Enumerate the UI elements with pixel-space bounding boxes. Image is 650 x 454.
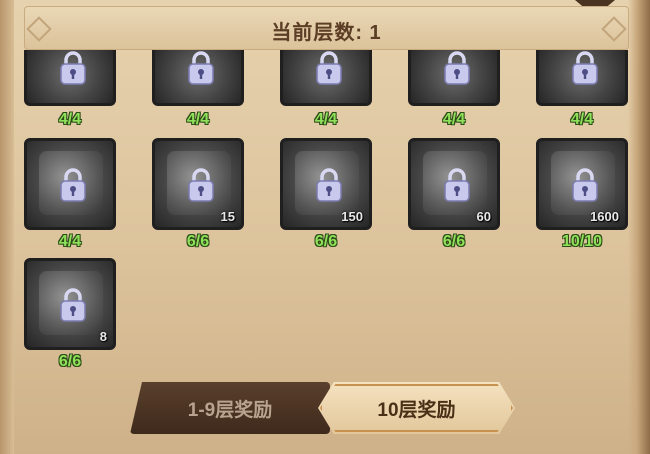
reward-tab-bar: 1-9层奖励 10层奖励: [130, 382, 515, 438]
reward-count: 4/4: [58, 111, 82, 128]
lock-icon: [185, 50, 217, 86]
reward-item-tile: [280, 50, 372, 106]
reward-item-tile: 15: [152, 138, 244, 230]
reward-count: 4/4: [186, 111, 210, 128]
tab-floor-10[interactable]: 10层奖励: [318, 382, 515, 434]
item-quantity: 8: [99, 329, 107, 344]
reward-item-tile: [24, 138, 116, 230]
tab-floor-10-label: 10层奖励: [377, 399, 456, 421]
lock-icon: [569, 50, 601, 86]
lock-icon: [441, 50, 473, 86]
reward-item-tile: 8: [24, 258, 116, 350]
lock-icon: [441, 167, 473, 203]
reward-count: 4/4: [570, 111, 594, 128]
tab-floors-1-9[interactable]: 1-9层奖励: [130, 382, 330, 434]
reward-count: 6/6: [314, 233, 338, 250]
item-quantity: 150: [341, 209, 363, 224]
item-quantity: 15: [220, 209, 235, 224]
reward-count: 4/4: [314, 111, 338, 128]
reward-item-tile: [152, 50, 244, 106]
reward-item-tile: [24, 50, 116, 106]
reward-item-tile: 60: [408, 138, 500, 230]
reward-count: 6/6: [58, 353, 82, 370]
reward-count: 10/10: [561, 233, 603, 250]
lock-icon: [313, 167, 345, 203]
lock-icon: [185, 167, 217, 203]
item-quantity: 60: [476, 209, 491, 224]
tab-floors-1-9-label: 1-9层奖励: [187, 399, 273, 421]
reward-panel: 当前层数: 1 4/4 4/4 4/4 4/4 4/4 4/4 15 6/6 1…: [0, 0, 650, 454]
lock-icon: [313, 50, 345, 86]
reward-count: 6/6: [186, 233, 210, 250]
reward-count: 4/4: [442, 111, 466, 128]
reward-item-tile: [536, 50, 628, 106]
lock-icon: [57, 50, 89, 86]
lock-icon: [569, 167, 601, 203]
reward-item-tile: 1600: [536, 138, 628, 230]
reward-count: 6/6: [442, 233, 466, 250]
reward-item-tile: [408, 50, 500, 106]
lock-icon: [57, 287, 89, 323]
reward-count: 4/4: [58, 233, 82, 250]
reward-item-tile: 150: [280, 138, 372, 230]
item-quantity: 1600: [590, 209, 619, 224]
lock-icon: [57, 167, 89, 203]
